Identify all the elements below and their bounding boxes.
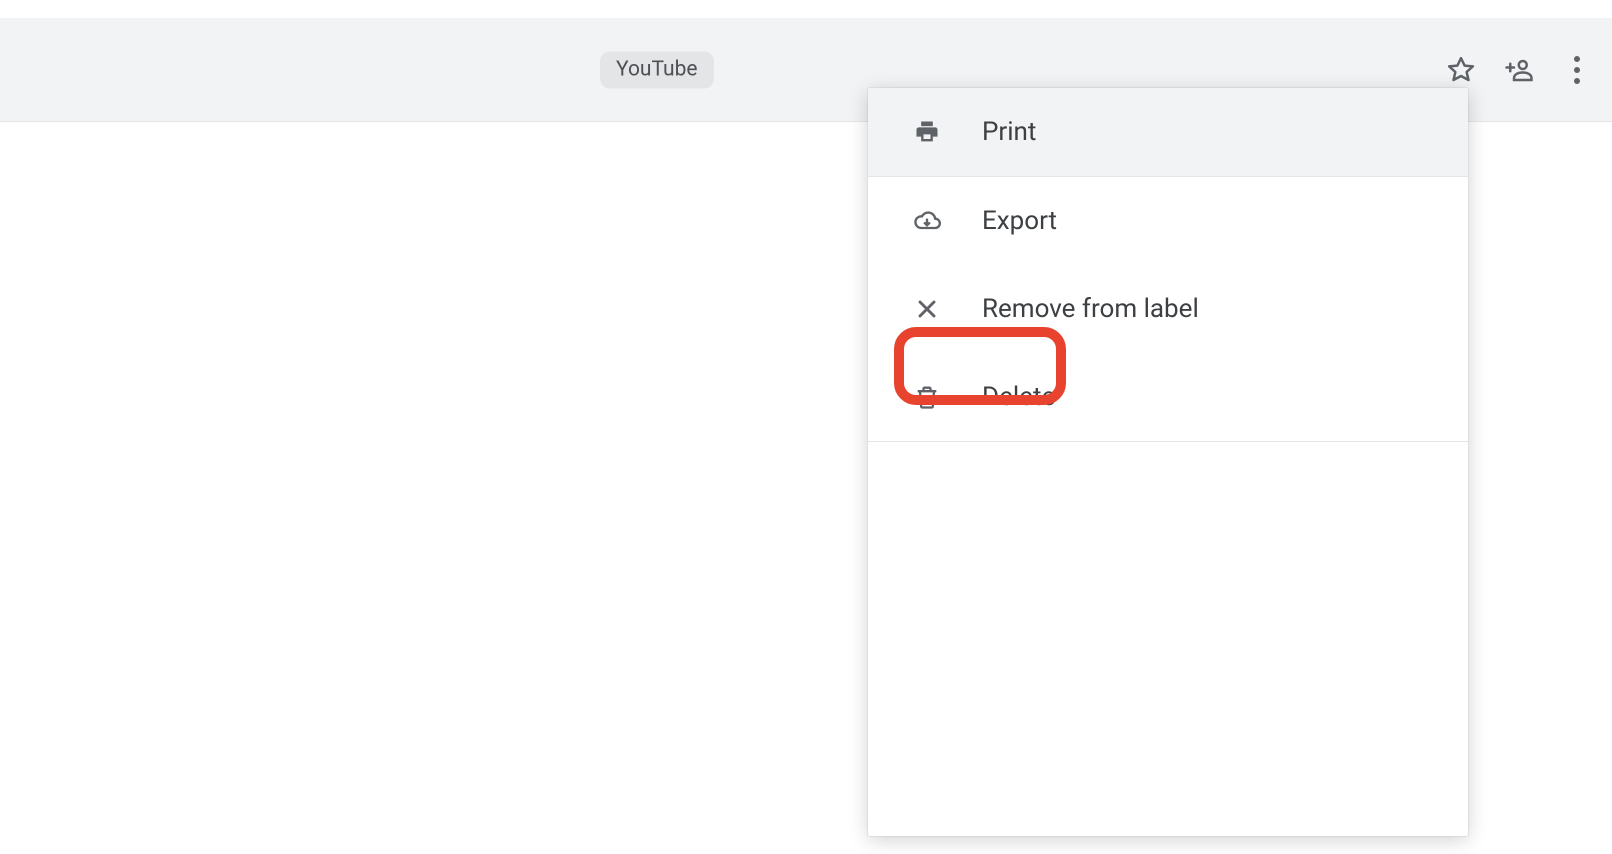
menu-item-label: Print (982, 117, 1036, 147)
menu-item-label: Remove from label (982, 294, 1199, 324)
dropdown-menu: Print Export Remove from label Delete (868, 88, 1468, 836)
topbar-actions (1446, 55, 1592, 85)
menu-item-remove-label[interactable]: Remove from label (868, 265, 1468, 353)
menu-item-delete[interactable]: Delete (868, 353, 1468, 441)
print-icon (912, 117, 942, 147)
cloud-download-icon (912, 206, 942, 236)
more-icon[interactable] (1562, 56, 1592, 84)
menu-item-label: Delete (982, 382, 1055, 412)
star-icon[interactable] (1446, 55, 1476, 85)
close-icon (912, 294, 942, 324)
menu-item-print[interactable]: Print (868, 88, 1468, 176)
menu-separator (868, 441, 1468, 442)
add-person-icon[interactable] (1504, 55, 1534, 85)
label-chip[interactable]: YouTube (600, 51, 714, 88)
menu-item-export[interactable]: Export (868, 177, 1468, 265)
trash-icon (912, 382, 942, 412)
menu-item-label: Export (982, 206, 1057, 236)
